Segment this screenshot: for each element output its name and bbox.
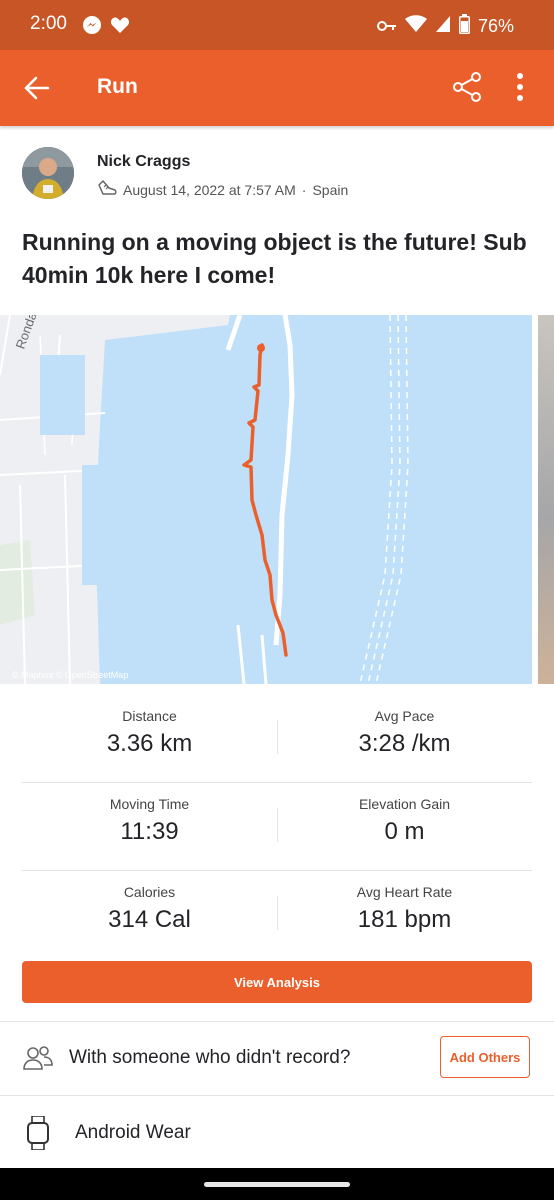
stat-value: 11:39 xyxy=(120,818,179,845)
activity-location: Spain xyxy=(312,181,349,198)
stat-avg-heart-rate: Avg Heart Rate 181 bpm xyxy=(277,871,532,934)
stat-calories: Calories 314 Cal xyxy=(22,871,277,934)
stat-elevation-gain: Elevation Gain 0 m xyxy=(277,783,532,846)
view-analysis-button[interactable]: View Analysis xyxy=(22,961,532,1003)
stat-label: Avg Pace xyxy=(374,708,435,724)
with-others-label: With someone who didn't record? xyxy=(69,1047,351,1068)
photo-thumbnail[interactable] xyxy=(538,315,554,684)
battery-percent: 76% xyxy=(477,16,514,36)
home-gesture-handle[interactable] xyxy=(204,1182,350,1187)
add-others-button[interactable]: Add Others xyxy=(440,1036,530,1078)
stat-value: 0 m xyxy=(384,818,425,845)
stats-row: Moving Time 11:39 Elevation Gain 0 m xyxy=(22,783,532,871)
page-title: Run xyxy=(97,75,138,98)
battery-icon xyxy=(458,14,470,39)
stat-label: Elevation Gain xyxy=(358,796,451,812)
activity-date: August 14, 2022 at 7:57 AM xyxy=(123,181,296,198)
watch-icon xyxy=(26,1115,50,1155)
activity-title: Running on a moving object is the future… xyxy=(22,229,527,288)
stat-label: Calories xyxy=(123,884,176,900)
stat-value: 3:28 /km xyxy=(358,730,451,757)
stat-moving-time: Moving Time 11:39 xyxy=(22,783,277,846)
stats-row: Calories 314 Cal Avg Heart Rate 181 bpm xyxy=(22,871,532,958)
stat-label: Distance xyxy=(122,708,177,724)
stat-label: Avg Heart Rate xyxy=(356,884,453,900)
stats-row: Distance 3.36 km Avg Pace 3:28 /km xyxy=(22,695,532,783)
avatar[interactable] xyxy=(22,147,74,199)
stat-value: 3.36 km xyxy=(106,730,193,757)
shoe-icon xyxy=(97,179,117,200)
people-icon xyxy=(22,1045,54,1076)
key-icon xyxy=(376,16,397,37)
system-nav-bar xyxy=(0,1168,554,1200)
athlete-name[interactable]: Nick Craggs xyxy=(97,153,190,171)
stats-grid: Distance 3.36 km Avg Pace 3:28 /km Movin… xyxy=(22,695,532,958)
stat-distance: Distance 3.36 km xyxy=(22,695,277,758)
stat-value: 181 bpm xyxy=(357,906,452,933)
status-bar: 2:00 76% xyxy=(0,0,554,50)
back-arrow-icon[interactable] xyxy=(24,76,50,105)
stat-avg-pace: Avg Pace 3:28 /km xyxy=(277,695,532,758)
signal-icon xyxy=(435,15,451,38)
activity-meta: August 14, 2022 at 7:57 AM · Spain xyxy=(97,179,348,200)
map-attribution: © Mapbox © OpenStreetMap xyxy=(12,670,129,680)
device-row: Android Wear xyxy=(0,1096,554,1168)
app-toolbar: Run xyxy=(0,50,554,126)
share-icon[interactable] xyxy=(452,71,484,108)
meta-separator: · xyxy=(301,181,307,198)
with-others-row: With someone who didn't record? Add Othe… xyxy=(0,1022,554,1095)
route-map[interactable]: Ronda © Mapbox © OpenStreetMap xyxy=(0,315,532,684)
stat-label: Moving Time xyxy=(109,796,190,812)
stat-value: 314 Cal xyxy=(108,906,191,933)
wifi-icon xyxy=(404,15,427,38)
messenger-icon xyxy=(82,15,102,40)
device-name: Android Wear xyxy=(75,1122,191,1143)
more-vert-icon[interactable] xyxy=(516,72,524,107)
status-time: 2:00 xyxy=(30,13,67,34)
heart-icon xyxy=(110,16,130,39)
